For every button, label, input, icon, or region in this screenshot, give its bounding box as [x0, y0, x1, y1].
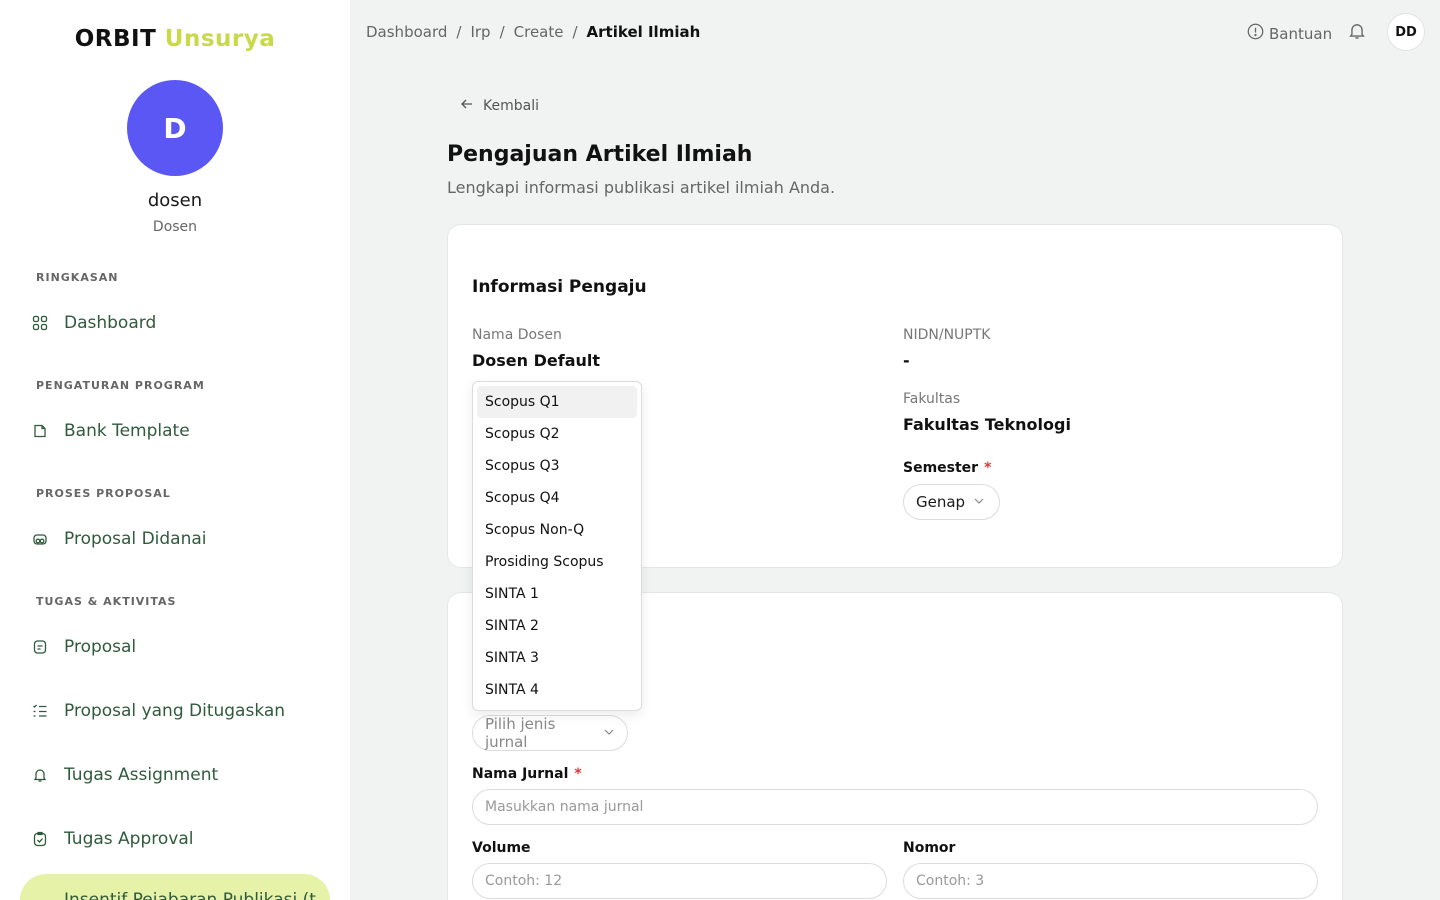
sidebar-item-tugas-assignment[interactable]: Tugas Assignment	[32, 765, 218, 785]
semester-label: Semester *	[903, 460, 991, 476]
breadcrumb-separator: /	[456, 23, 462, 41]
dropdown-option[interactable]: SINTA 2	[477, 610, 637, 642]
fakultas-value: Fakultas Teknologi	[903, 415, 1071, 434]
back-link[interactable]: Kembali	[460, 97, 539, 115]
avatar: D	[127, 80, 223, 176]
notification-bell-icon[interactable]	[1348, 22, 1366, 44]
sidebar-item-tugas-approval[interactable]: Tugas Approval	[32, 829, 193, 849]
semester-select[interactable]: Genap	[903, 484, 1000, 520]
brand-name: ORBIT	[74, 26, 157, 52]
help-button[interactable]: Bantuan	[1247, 23, 1332, 44]
page-title: Pengajuan Artikel Ilmiah	[447, 142, 753, 167]
nomor-label: Nomor	[903, 840, 956, 856]
dropdown-option[interactable]: Prosiding Scopus	[477, 546, 637, 578]
brand-suffix: Unsurya	[164, 26, 276, 52]
chevron-down-icon	[603, 724, 615, 742]
nama-jurnal-input[interactable]: Masukkan nama jurnal	[472, 789, 1318, 825]
breadcrumb-dashboard[interactable]: Dashboard	[366, 23, 447, 41]
dropdown-option[interactable]: SINTA 4	[477, 674, 637, 706]
breadcrumb: Dashboard / Irp / Create / Artikel Ilmia…	[366, 23, 700, 41]
volume-input[interactable]: Contoh: 12	[472, 863, 887, 899]
sidebar-item-proposal-didanai[interactable]: Proposal Didanai	[32, 529, 207, 549]
sidebar-item-bank-template[interactable]: Bank Template	[32, 421, 190, 441]
volume-label: Volume	[472, 840, 531, 856]
clipboard-check-icon	[32, 831, 48, 847]
semester-label-text: Semester	[903, 460, 979, 476]
section-label-pengaturan-program: PENGATURAN PROGRAM	[36, 379, 205, 392]
breadcrumb-irp[interactable]: Irp	[470, 23, 490, 41]
dropdown-option[interactable]: Scopus Q2	[477, 418, 637, 450]
help-label: Bantuan	[1269, 24, 1333, 43]
semester-select-value: Genap	[916, 493, 966, 511]
back-label: Kembali	[483, 98, 539, 114]
dropdown-option[interactable]: SINTA 3	[477, 642, 637, 674]
breadcrumb-separator: /	[499, 23, 505, 41]
page-subtitle: Lengkapi informasi publikasi artikel ilm…	[447, 178, 836, 197]
nama-jurnal-label-text: Nama Jurnal	[472, 766, 569, 782]
sidebar-item-insentif-publikasi[interactable]: Insentif Pejabaran Publikasi (t	[20, 874, 330, 900]
jenis-jurnal-dropdown: Scopus Q1 Scopus Q2 Scopus Q3 Scopus Q4 …	[472, 381, 642, 711]
sidebar-item-label: Insentif Pejabaran Publikasi (t	[64, 890, 316, 900]
sidebar-item-label: Proposal yang Ditugaskan	[64, 701, 286, 721]
section-label-ringkasan: RINGKASAN	[36, 271, 119, 284]
sidebar-item-label: Tugas Approval	[64, 829, 194, 849]
sidebar-item-label: Proposal	[64, 637, 137, 657]
user-name: dosen	[147, 190, 203, 211]
chevron-down-icon	[973, 493, 985, 511]
money-icon	[32, 531, 48, 547]
list-check-icon	[32, 703, 48, 719]
dropdown-option[interactable]: Scopus Q1	[477, 386, 637, 418]
brand-logo[interactable]: ORBIT Unsurya	[0, 26, 350, 52]
required-marker: *	[574, 766, 582, 782]
dropdown-option[interactable]: Scopus Q3	[477, 450, 637, 482]
bell-icon	[32, 767, 48, 783]
dropdown-option[interactable]: Scopus Non-Q	[477, 514, 637, 546]
sidebar-item-label: Bank Template	[64, 421, 190, 441]
jenis-jurnal-select[interactable]: Pilih jenis jurnal	[472, 715, 628, 751]
sidebar-item-proposal[interactable]: Proposal	[32, 637, 136, 657]
top-bar: Dashboard / Irp / Create / Artikel Ilmia…	[350, 0, 1440, 64]
sidebar-item-label: Tugas Assignment	[64, 765, 219, 785]
dropdown-option[interactable]: SINTA 1	[477, 578, 637, 610]
nama-dosen-label: Nama Dosen	[472, 327, 562, 343]
dropdown-option[interactable]: Scopus Q4	[477, 482, 637, 514]
breadcrumb-separator: /	[572, 23, 578, 41]
sidebar-item-proposal-ditugaskan[interactable]: Proposal yang Ditugaskan	[32, 701, 285, 721]
card-title: Informasi Pengaju	[472, 277, 647, 297]
document-icon	[32, 423, 48, 439]
sidebar-item-label: Dashboard	[64, 313, 157, 333]
sidebar: ORBIT Unsurya D dosen Dosen RINGKASAN Da…	[0, 0, 350, 900]
nomor-input[interactable]: Contoh: 3	[903, 863, 1318, 899]
sidebar-item-label: Proposal Didanai	[64, 529, 207, 549]
file-icon	[32, 639, 48, 655]
jenis-jurnal-placeholder: Pilih jenis jurnal	[485, 715, 556, 751]
info-icon	[1247, 23, 1264, 44]
nama-jurnal-label: Nama Jurnal *	[472, 766, 582, 782]
user-avatar-button[interactable]: DD	[1387, 13, 1425, 51]
nama-dosen-value: Dosen Default	[472, 351, 601, 370]
fakultas-label: Fakultas	[903, 391, 961, 407]
nidn-value: -	[903, 351, 910, 370]
arrow-left-icon	[460, 97, 474, 115]
section-label-proses-proposal: PROSES PROPOSAL	[36, 487, 171, 500]
grid-icon	[32, 315, 48, 331]
breadcrumb-current: Artikel Ilmiah	[586, 23, 701, 41]
required-marker: *	[984, 460, 992, 476]
sidebar-item-dashboard[interactable]: Dashboard	[32, 313, 156, 333]
nidn-label: NIDN/NUPTK	[903, 327, 991, 343]
breadcrumb-create[interactable]: Create	[514, 23, 564, 41]
section-label-tugas-aktivitas: TUGAS & AKTIVITAS	[36, 595, 177, 608]
user-role: Dosen	[152, 219, 198, 235]
